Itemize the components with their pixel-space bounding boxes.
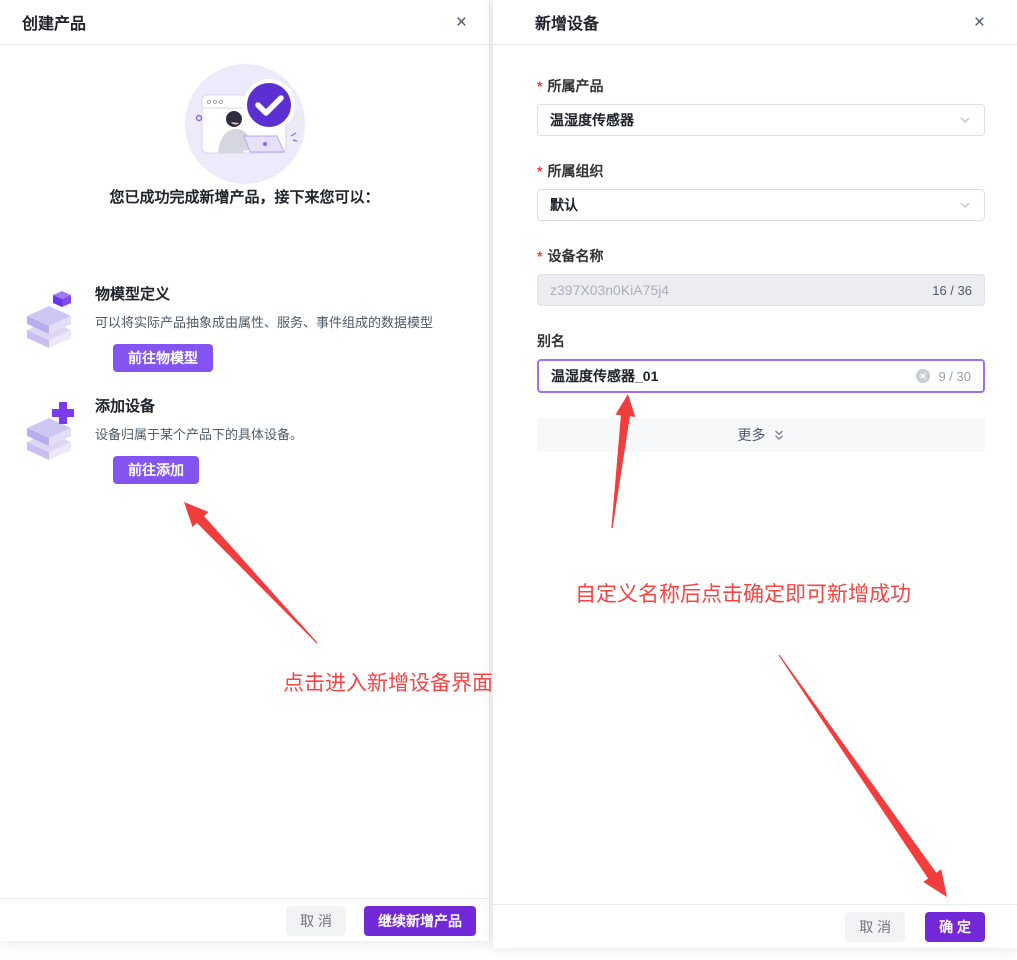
field-label: 别名 <box>537 331 565 351</box>
more-expander[interactable]: 更多 <box>537 418 985 452</box>
close-icon[interactable]: × <box>974 13 985 32</box>
thing-model-section: 物模型定义 可以将实际产品抽象成由属性、服务、事件组成的数据模型 前往物模型 <box>22 285 465 372</box>
section-description: 设备归属于某个产品下的具体设备。 <box>95 426 303 444</box>
input-value: z397X03n0KiA75j4 <box>550 282 924 298</box>
close-icon[interactable]: × <box>456 13 467 32</box>
add-device-header: 新增设备 × <box>493 0 1017 45</box>
section-title: 添加设备 <box>95 397 303 417</box>
thing-model-icon <box>22 289 76 372</box>
select-value: 默认 <box>550 195 958 215</box>
field-label: 设备名称 <box>547 246 603 266</box>
goto-thing-model-button[interactable]: 前往物模型 <box>113 344 213 372</box>
goto-add-device-button[interactable]: 前往添加 <box>113 456 199 484</box>
device-name-field: * 设备名称 z397X03n0KiA75j4 16 / 36 <box>537 246 985 306</box>
annotation-enter-add-device: 点击进入新增设备界面 <box>283 667 493 697</box>
more-label: 更多 <box>738 425 766 445</box>
product-select[interactable]: 温湿度传感器 <box>537 104 985 136</box>
plus-icon <box>52 402 74 424</box>
section-description: 可以将实际产品抽象成由属性、服务、事件组成的数据模型 <box>95 314 433 332</box>
clear-icon[interactable] <box>916 369 930 383</box>
required-mark: * <box>537 248 542 264</box>
annotation-confirm-success: 自定义名称后点击确定即可新增成功 <box>575 578 911 608</box>
section-title: 物模型定义 <box>95 285 433 305</box>
add-device-icon <box>22 401 76 484</box>
alias-input[interactable]: 温湿度传感器_01 9 / 30 <box>537 359 985 393</box>
required-mark: * <box>537 78 542 94</box>
device-name-input: z397X03n0KiA75j4 16 / 36 <box>537 274 985 306</box>
field-label: 所属产品 <box>547 76 603 96</box>
input-value: 温湿度传感器_01 <box>551 366 916 386</box>
organization-field: * 所属组织 默认 <box>537 161 985 221</box>
create-product-dialog: 创建产品 × 您已成功完成新增 <box>0 0 490 941</box>
product-field: * 所属产品 温湿度传感器 <box>537 76 985 136</box>
create-product-footer: 取 消 继续新增产品 <box>0 898 489 942</box>
field-label: 所属组织 <box>547 161 603 181</box>
char-counter: 16 / 36 <box>932 283 972 298</box>
chevron-down-icon <box>958 198 972 212</box>
select-value: 温湿度传感器 <box>550 110 958 130</box>
screen: 创建产品 × 您已成功完成新增 <box>0 0 1017 960</box>
cancel-button[interactable]: 取 消 <box>845 912 905 942</box>
organization-select[interactable]: 默认 <box>537 189 985 221</box>
add-device-dialog: 新增设备 × * 所属产品 温湿度传感器 * 所属组织 默认 <box>493 0 1017 948</box>
double-chevron-down-icon <box>773 429 785 442</box>
add-device-section: 添加设备 设备归属于某个产品下的具体设备。 前往添加 <box>22 397 465 484</box>
required-mark: * <box>537 163 542 179</box>
dialog-title: 新增设备 <box>535 10 599 34</box>
continue-add-product-button[interactable]: 继续新增产品 <box>364 906 476 936</box>
alias-field: 别名 温湿度传感器_01 9 / 30 <box>537 331 985 393</box>
char-counter: 9 / 30 <box>938 369 971 384</box>
add-device-footer: 取 消 确 定 <box>493 904 1017 948</box>
success-message: 您已成功完成新增产品，接下来您可以： <box>0 186 489 207</box>
dialog-title: 创建产品 <box>22 10 86 34</box>
create-product-header: 创建产品 × <box>0 0 489 45</box>
cancel-button[interactable]: 取 消 <box>286 906 346 936</box>
confirm-button[interactable]: 确 定 <box>925 912 985 942</box>
chevron-down-icon <box>958 113 972 127</box>
success-illustration <box>182 62 312 192</box>
